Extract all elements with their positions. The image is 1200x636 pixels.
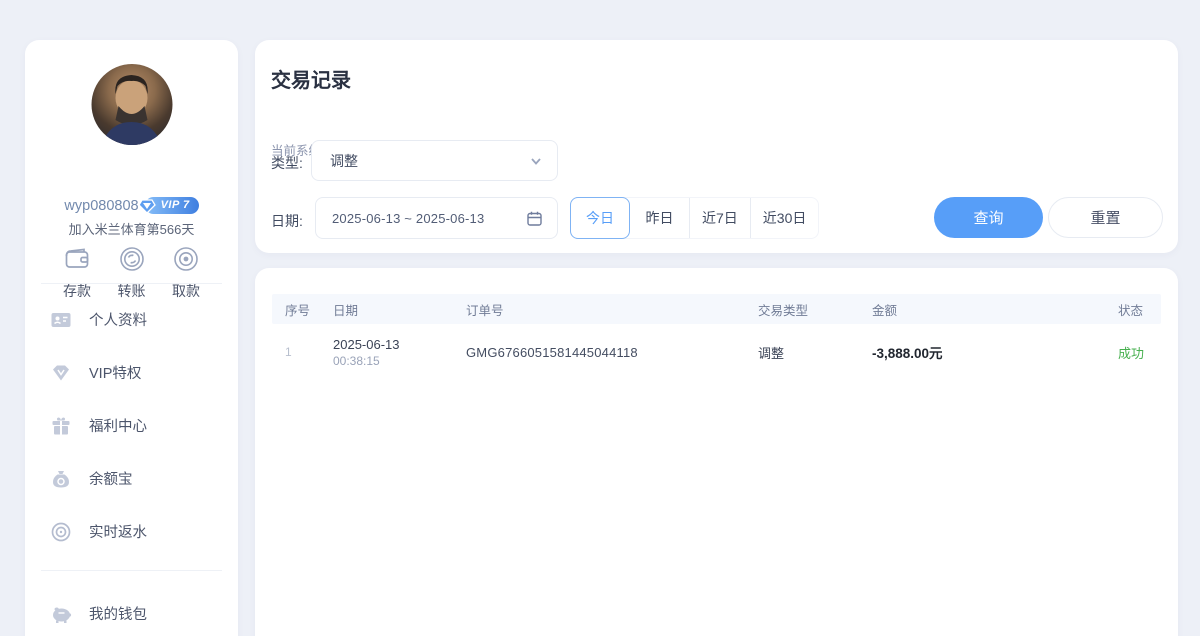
col-header-amount: 金额 — [872, 300, 1118, 319]
vip-diamond-icon — [138, 197, 156, 214]
date-quick-ranges: 今日 昨日 近7日 近30日 — [570, 197, 819, 239]
money-bag-icon — [49, 467, 73, 491]
piggy-bank-icon — [49, 602, 73, 626]
range-last7-button[interactable]: 近7日 — [690, 198, 751, 238]
chevron-down-icon — [529, 154, 543, 168]
col-header-date: 日期 — [333, 300, 466, 319]
transfer-icon — [117, 244, 147, 274]
withdraw-icon — [171, 244, 201, 274]
col-header-index: 序号 — [285, 300, 333, 319]
divider — [41, 570, 222, 571]
id-card-icon — [49, 308, 73, 332]
sidebar-item-yuebao[interactable]: 余额宝 — [49, 452, 222, 505]
type-select[interactable]: 调整 — [311, 140, 558, 181]
username: wyp080808 — [64, 198, 138, 214]
type-label: 类型: — [271, 153, 303, 173]
vip-diamond-icon — [49, 361, 73, 385]
sidebar-item-rebate[interactable]: 实时返水 — [49, 505, 222, 558]
reset-button[interactable]: 重置 — [1048, 197, 1163, 238]
date-range-value: 2025-06-13 ~ 2025-06-13 — [332, 211, 526, 226]
rebate-icon — [49, 520, 73, 544]
cell-date: 2025-06-13 00:38:15 — [333, 337, 466, 368]
col-header-order: 订单号 — [466, 300, 758, 319]
range-last30-button[interactable]: 近30日 — [751, 198, 819, 238]
sidebar-menu: 个人资料 VIP特权 福利中心 余额宝 — [49, 293, 222, 558]
table-row[interactable]: 1 2025-06-13 00:38:15 GMG676605158144504… — [272, 324, 1161, 380]
calendar-icon — [526, 210, 543, 227]
gift-icon — [49, 414, 73, 438]
table-header-row: 序号 日期 订单号 交易类型 金额 状态 — [272, 294, 1161, 324]
cell-amount: -3,888.00元 — [872, 342, 1118, 362]
filter-panel: 交易记录 当前系统支持查询最近30日的交易记录 类型: 调整 日期: 2025-… — [255, 40, 1178, 253]
cell-order-no: GMG6766051581445044118 — [466, 345, 758, 360]
sidebar-item-vip[interactable]: VIP特权 — [49, 346, 222, 399]
sidebar: wyp080808 VIP 7 加入米兰体育第566天 存款 — [25, 40, 238, 636]
sidebar-menu-bottom: 我的钱包 — [49, 587, 222, 636]
divider — [41, 283, 222, 284]
page-title: 交易记录 — [271, 64, 351, 93]
sidebar-item-wallet[interactable]: 我的钱包 — [49, 587, 222, 636]
range-yesterday-button[interactable]: 昨日 — [630, 198, 690, 238]
col-header-status: 状态 — [1118, 300, 1148, 319]
deposit-wallet-icon — [62, 244, 92, 274]
cell-index: 1 — [285, 345, 333, 359]
sidebar-item-welfare[interactable]: 福利中心 — [49, 399, 222, 452]
avatar[interactable] — [91, 64, 172, 145]
query-button[interactable]: 查询 — [934, 197, 1043, 238]
vip-badge[interactable]: VIP 7 — [145, 197, 199, 214]
date-label: 日期: — [271, 211, 303, 231]
cell-time: 00:38:15 — [333, 354, 466, 368]
range-today-button[interactable]: 今日 — [570, 197, 630, 239]
col-header-type: 交易类型 — [758, 300, 872, 319]
records-panel: 序号 日期 订单号 交易类型 金额 状态 1 2025-06-13 00:38:… — [255, 268, 1178, 636]
sidebar-item-profile[interactable]: 个人资料 — [49, 293, 222, 346]
avatar-silhouette-icon — [91, 64, 172, 145]
status-badge: 成功 — [1118, 343, 1148, 362]
type-select-value: 调整 — [330, 151, 529, 171]
joined-days-text: 加入米兰体育第566天 — [25, 219, 238, 238]
date-range-input[interactable]: 2025-06-13 ~ 2025-06-13 — [315, 197, 558, 239]
cell-type: 调整 — [758, 343, 872, 362]
